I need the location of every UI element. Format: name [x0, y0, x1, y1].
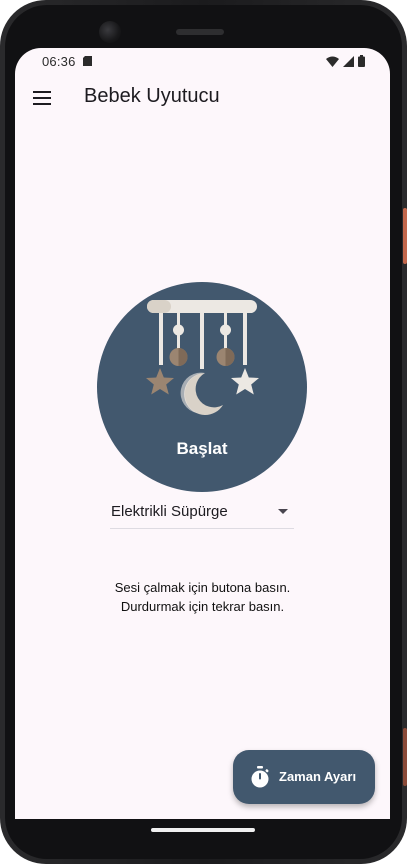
sound-dropdown-value: Elektrikli Süpürge	[111, 503, 228, 520]
timer-icon	[251, 766, 269, 788]
instructions-line-1: Sesi çalmak için butona basın.	[114, 580, 291, 595]
battery-icon	[358, 55, 365, 67]
top-app-bar: Bebek Uyutucu	[15, 74, 390, 124]
status-icons	[326, 55, 365, 67]
home-indicator[interactable]	[151, 828, 255, 832]
earpiece-speaker	[176, 29, 224, 35]
status-bar: 06:36	[15, 48, 390, 74]
signal-icon	[343, 55, 354, 67]
start-button[interactable]: Başlat	[97, 282, 307, 492]
app-title: Bebek Uyutucu	[84, 85, 220, 107]
instructions-line-2: Durdurmak için tekrar basın.	[120, 599, 285, 614]
front-camera	[99, 21, 121, 43]
instructions-text: Sesi çalmak için butona basın. Durdurmak…	[15, 578, 390, 616]
sim-card-icon	[83, 56, 92, 66]
timer-fab-label: Zaman Ayarı	[279, 769, 357, 784]
sound-dropdown[interactable]: Elektrikli Süpürge	[110, 496, 294, 529]
power-button	[403, 208, 407, 264]
baby-crib-mobile-illustration	[146, 300, 259, 415]
volume-button	[403, 728, 407, 786]
app-screen: 06:36 Bebek Uyutucu Başlat Elektrikli Sü…	[15, 48, 390, 819]
phone-frame: 06:36 Bebek Uyutucu Başlat Elektrikli Sü…	[0, 0, 407, 864]
dropdown-arrow-icon	[278, 509, 288, 514]
status-time: 06:36	[42, 54, 76, 69]
hamburger-menu-icon[interactable]	[29, 85, 55, 111]
wifi-icon	[326, 56, 339, 67]
start-label: Başlat	[176, 439, 228, 458]
timer-fab-button[interactable]: Zaman Ayarı	[233, 750, 375, 804]
